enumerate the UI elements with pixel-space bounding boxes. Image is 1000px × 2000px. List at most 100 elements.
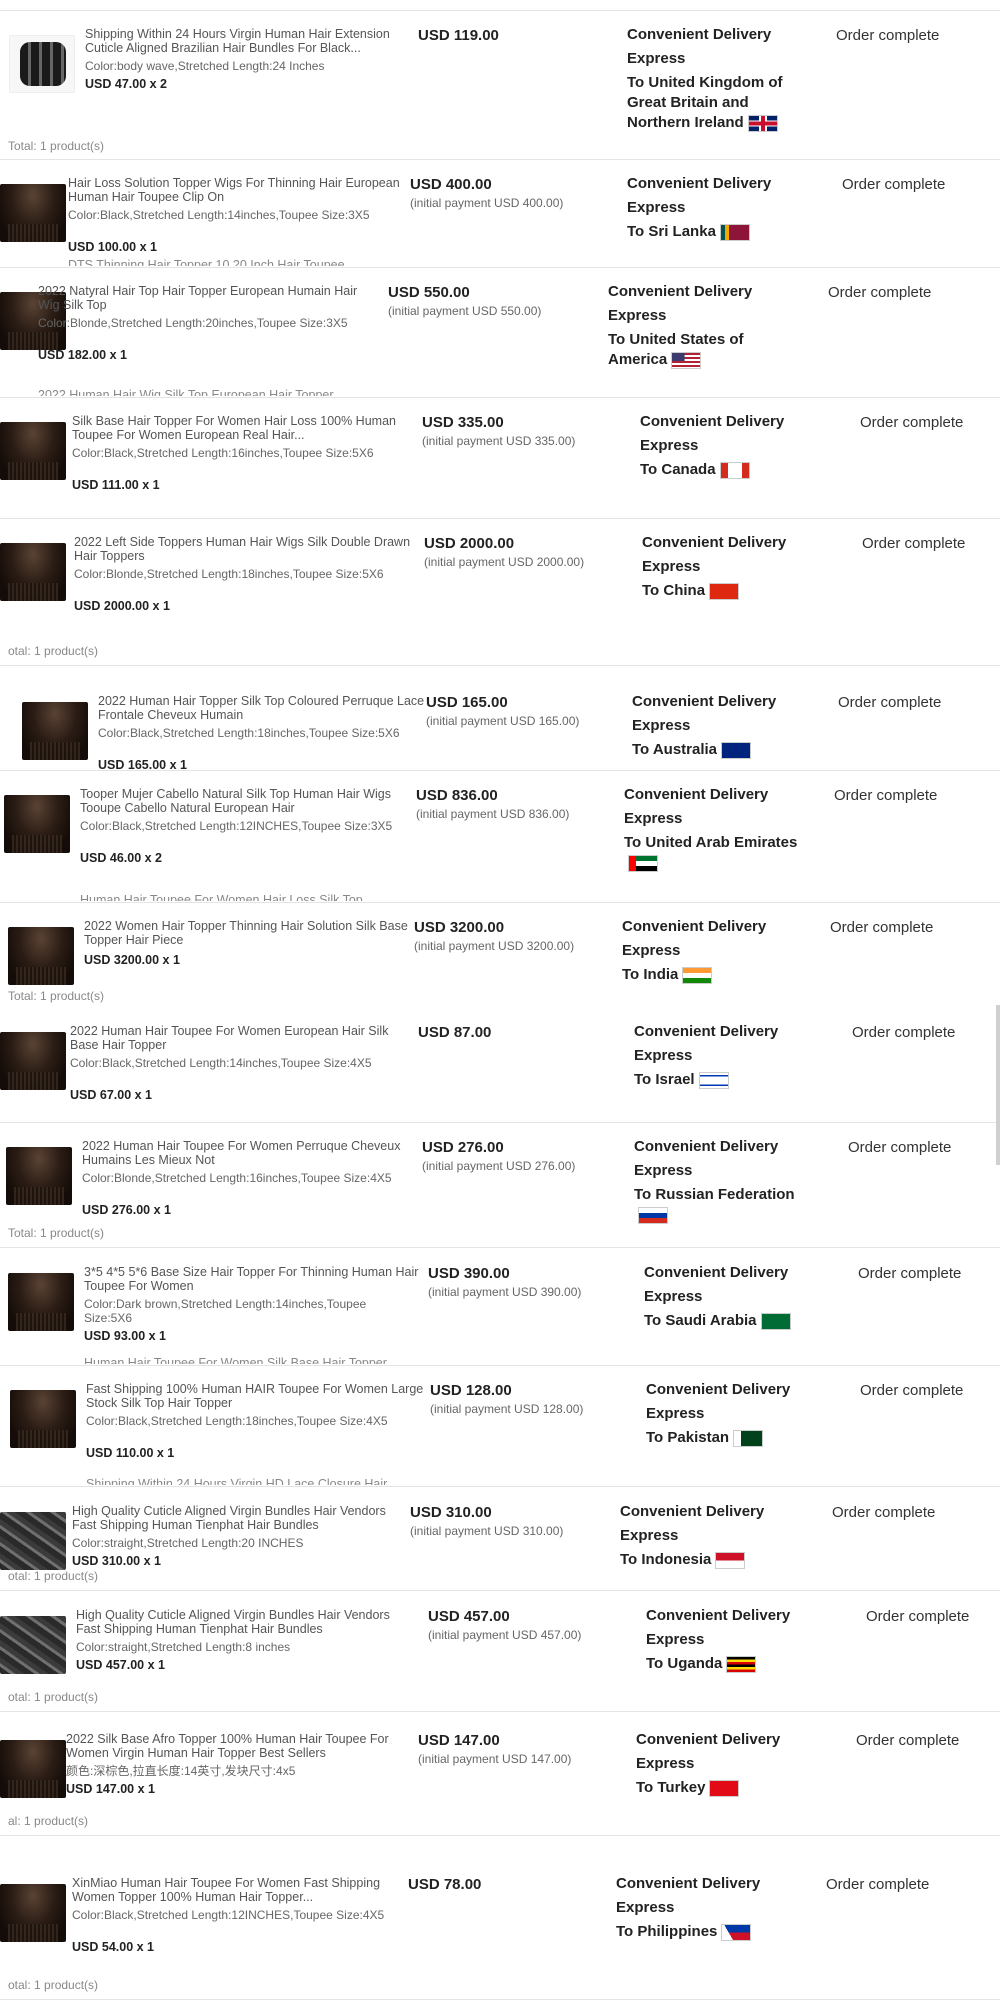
order-card: Tooper Mujer Cabello Natural Silk Top Hu… <box>0 771 1000 903</box>
order-status: Order complete <box>832 1504 936 1521</box>
order-card: 3*5 4*5 5*6 Base Size Hair Topper For Th… <box>0 1249 1000 1366</box>
scrollbar[interactable] <box>996 1005 1000 1165</box>
product-title-link[interactable]: 2022 Silk Base Afro Topper 100% Human Ha… <box>66 1732 406 1760</box>
destination-country: To United States of America <box>608 330 788 370</box>
order-total-count: Total: 1 product(s) <box>8 139 105 153</box>
destination-country: To Saudi Arabia <box>644 1311 824 1331</box>
product-unit-price: USD 310.00 x 1 <box>72 1554 161 1568</box>
product-thumbnail[interactable] <box>10 1390 76 1448</box>
product-title-link[interactable]: Hair Loss Solution Topper Wigs For Thinn… <box>68 176 408 204</box>
delivery-method-name: Convenient Delivery <box>634 1023 779 1040</box>
delivery-method-name: Convenient Delivery <box>646 1381 791 1398</box>
order-status: Order complete <box>858 1265 962 1282</box>
next-product-title-partial: Shipping Within 24 Hours Virgin HD Lace … <box>86 1477 388 1485</box>
flag-icon-sa <box>760 1312 791 1330</box>
order-total-count: otal: 1 product(s) <box>8 1690 99 1704</box>
product-title-link[interactable]: XinMiao Human Hair Toupee For Women Fast… <box>72 1876 412 1904</box>
destination-country: To Sri Lanka <box>627 222 807 242</box>
order-price: USD 335.00 <box>422 414 504 431</box>
order-card: 2022 Left Side Toppers Human Hair Wigs S… <box>0 519 1000 666</box>
product-thumbnail[interactable] <box>0 1032 66 1090</box>
delivery-method-name: Convenient Delivery <box>640 413 785 430</box>
delivery-method-name: Convenient Delivery <box>624 786 769 803</box>
product-thumbnail[interactable] <box>8 1273 74 1331</box>
product-title-link[interactable]: 2022 Human Hair Toupee For Women Perruqu… <box>82 1139 422 1167</box>
product-thumbnail[interactable] <box>0 1512 66 1570</box>
product-thumbnail[interactable] <box>0 1740 66 1798</box>
product-title-link[interactable]: High Quality Cuticle Aligned Virgin Bund… <box>72 1504 412 1532</box>
initial-payment: (initial payment USD 836.00) <box>416 807 570 821</box>
delivery-method-name: Convenient Delivery <box>632 693 777 710</box>
product-thumbnail[interactable] <box>8 927 74 985</box>
product-title-link[interactable]: High Quality Cuticle Aligned Virgin Bund… <box>76 1608 416 1636</box>
product-title-link[interactable]: 2022 Human Hair Toupee For Women Europea… <box>70 1024 410 1052</box>
product-thumbnail[interactable] <box>9 35 75 93</box>
initial-payment: (initial payment USD 128.00) <box>430 1402 584 1416</box>
order-card: Fast Shipping 100% Human HAIR Toupee For… <box>0 1366 1000 1487</box>
destination-label: To Sri Lanka <box>627 223 716 240</box>
product-attributes: Color:Black,Stretched Length:14inches,To… <box>70 1056 372 1070</box>
product-title-link[interactable]: 2022 Natyral Hair Top Hair Topper Europe… <box>38 284 378 312</box>
product-thumbnail[interactable] <box>0 1616 66 1674</box>
order-card: High Quality Cuticle Aligned Virgin Bund… <box>0 1592 1000 1712</box>
delivery-method-type: Express <box>636 1755 695 1772</box>
delivery-method-type: Express <box>616 1899 675 1916</box>
product-unit-price: USD 3200.00 x 1 <box>84 953 180 967</box>
product-title-link[interactable]: Shipping Within 24 Hours Virgin Human Ha… <box>85 27 425 55</box>
product-title-link[interactable]: 2022 Women Hair Topper Thinning Hair Sol… <box>84 919 424 947</box>
delivery-method-type: Express <box>632 717 691 734</box>
order-status: Order complete <box>856 1732 960 1749</box>
product-thumbnail[interactable] <box>0 543 66 601</box>
flag-icon-il <box>698 1071 729 1089</box>
destination-label: To Israel <box>634 1071 695 1088</box>
order-card: Shipping Within 24 Hours Virgin Human Ha… <box>0 10 1000 160</box>
destination-label: To China <box>642 582 706 599</box>
delivery-method-name: Convenient Delivery <box>636 1731 781 1748</box>
order-status: Order complete <box>828 284 932 301</box>
order-status: Order complete <box>836 27 940 44</box>
delivery-method-name: Convenient Delivery <box>634 1138 779 1155</box>
product-unit-price: USD 47.00 x 2 <box>85 77 167 91</box>
product-title-link[interactable]: 2022 Human Hair Topper Silk Top Coloured… <box>98 694 438 722</box>
delivery-method: Convenient Delivery Express <box>608 280 798 328</box>
initial-payment: (initial payment USD 457.00) <box>428 1628 582 1642</box>
destination-label: To Australia <box>632 741 718 758</box>
delivery-method-type: Express <box>622 942 681 959</box>
product-title-link[interactable]: 3*5 4*5 5*6 Base Size Hair Topper For Th… <box>84 1265 424 1293</box>
product-thumbnail[interactable] <box>22 702 88 760</box>
product-title-link[interactable]: Silk Base Hair Topper For Women Hair Los… <box>72 414 412 442</box>
product-unit-price: USD 111.00 x 1 <box>72 478 160 492</box>
product-attributes: Color:Blonde,Stretched Length:16inches,T… <box>82 1171 392 1185</box>
delivery-method: Convenient Delivery Express <box>632 690 822 738</box>
product-title-link[interactable]: Fast Shipping 100% Human HAIR Toupee For… <box>86 1382 426 1410</box>
order-price: USD 836.00 <box>416 787 498 804</box>
product-attributes: 颜色:深棕色,拉直长度:14英寸,发块尺寸:4x5 <box>66 1764 296 1778</box>
product-unit-price: USD 2000.00 x 1 <box>74 599 170 613</box>
delivery-method-name: Convenient Delivery <box>616 1875 761 1892</box>
initial-payment: (initial payment USD 165.00) <box>426 714 580 728</box>
delivery-method-name: Convenient Delivery <box>608 283 753 300</box>
product-thumbnail[interactable] <box>0 1884 66 1942</box>
destination-country: To Indonesia <box>620 1550 800 1570</box>
delivery-method: Convenient Delivery Express <box>642 531 832 579</box>
destination-label: To Russian Federation <box>634 1186 795 1203</box>
product-attributes: Color:Black,Stretched Length:18inches,To… <box>86 1414 388 1428</box>
product-thumbnail[interactable] <box>0 184 66 242</box>
order-total-count: otal: 1 product(s) <box>8 1978 99 1992</box>
initial-payment: (initial payment USD 400.00) <box>410 196 564 210</box>
flag-icon-id <box>715 1551 746 1569</box>
initial-payment: (initial payment USD 335.00) <box>422 434 576 448</box>
product-thumbnail[interactable] <box>4 795 70 853</box>
delivery-method-type: Express <box>627 50 686 67</box>
product-title-link[interactable]: 2022 Left Side Toppers Human Hair Wigs S… <box>74 535 414 563</box>
delivery-method: Convenient Delivery Express <box>636 1728 826 1776</box>
flag-icon-in <box>682 966 713 984</box>
order-total-count: Total: 1 product(s) <box>8 989 105 1003</box>
delivery-method-type: Express <box>627 199 686 216</box>
initial-payment: (initial payment USD 147.00) <box>418 1752 572 1766</box>
initial-payment: (initial payment USD 310.00) <box>410 1524 564 1538</box>
product-title-link[interactable]: Tooper Mujer Cabello Natural Silk Top Hu… <box>80 787 420 815</box>
product-thumbnail[interactable] <box>0 422 66 480</box>
product-thumbnail[interactable] <box>6 1147 72 1205</box>
next-product-title-partial: 2022 Human Hair Wig Silk Top European Ha… <box>38 388 334 396</box>
